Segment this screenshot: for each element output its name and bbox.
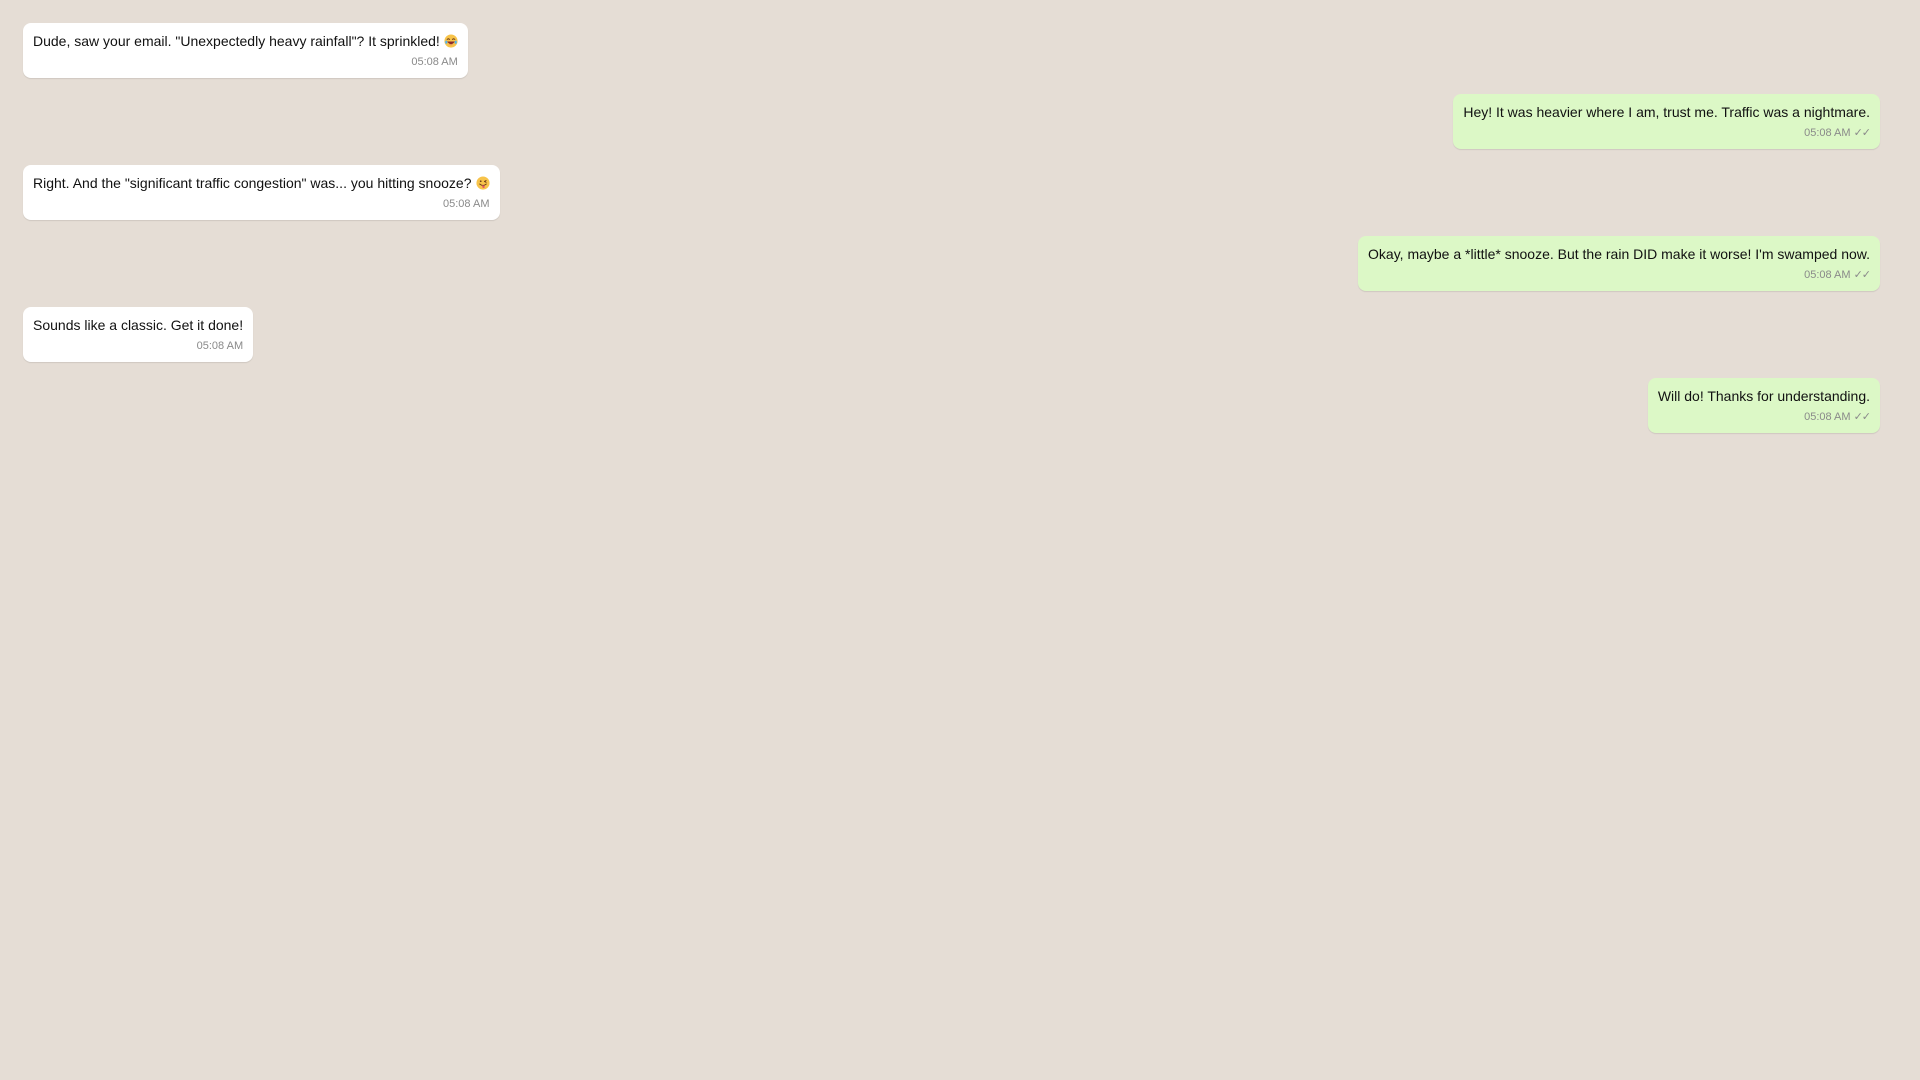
chat-thread: Dude, saw your email. "Unexpectedly heav…	[0, 0, 1920, 1080]
message-row: Hey! It was heavier where I am, trust me…	[23, 94, 1880, 149]
message-meta: 05:08 AM	[33, 198, 490, 211]
outgoing-message-bubble[interactable]: Will do! Thanks for understanding. 05:08…	[1647, 378, 1880, 433]
message-row: Sounds like a classic. Get it done! 05:0…	[23, 307, 1880, 362]
message-row: Right. And the "significant traffic cong…	[23, 165, 1880, 220]
incoming-message-bubble[interactable]: Right. And the "significant traffic cong…	[23, 165, 500, 220]
message-text-line: Dude, saw your email. "Unexpectedly heav…	[33, 33, 458, 50]
message-row: Dude, saw your email. "Unexpectedly heav…	[23, 23, 1880, 78]
winking-tongue-face-icon	[475, 176, 490, 190]
incoming-message-bubble[interactable]: Sounds like a classic. Get it done! 05:0…	[23, 307, 254, 362]
message-meta: 05:08 AM ✓✓	[1463, 127, 1871, 140]
outgoing-message-bubble[interactable]: Okay, maybe a *little* snooze. But the r…	[1358, 236, 1880, 291]
message-text: Okay, maybe a *little* snooze. But the r…	[1368, 246, 1870, 262]
message-timestamp: 05:08 AM	[1804, 127, 1851, 139]
message-meta: 05:08 AM ✓✓	[1658, 411, 1871, 424]
double-check-icon: ✓✓	[1853, 127, 1871, 139]
message-text: Sounds like a classic. Get it done!	[33, 317, 244, 333]
message-meta: 05:08 AM	[33, 340, 243, 353]
message-row: Will do! Thanks for understanding. 05:08…	[23, 378, 1880, 433]
message-text: Hey! It was heavier where I am, trust me…	[1463, 104, 1870, 120]
laughing-face-icon	[444, 34, 458, 48]
message-meta: 05:08 AM ✓✓	[1368, 269, 1871, 282]
message-meta: 05:08 AM	[33, 56, 458, 69]
message-timestamp: 05:08 AM	[1804, 269, 1851, 281]
message-timestamp: 05:08 AM	[411, 56, 458, 68]
double-check-icon: ✓✓	[1853, 411, 1871, 423]
outgoing-message-bubble[interactable]: Hey! It was heavier where I am, trust me…	[1453, 94, 1880, 149]
incoming-message-bubble[interactable]: Dude, saw your email. "Unexpectedly heav…	[23, 23, 468, 78]
message-timestamp: 05:08 AM	[1804, 411, 1851, 423]
message-text: Will do! Thanks for understanding.	[1657, 388, 1870, 404]
message-text: Dude, saw your email. "Unexpectedly heav…	[33, 33, 440, 49]
message-timestamp: 05:08 AM	[196, 340, 244, 352]
message-text: Right. And the "significant traffic cong…	[33, 175, 472, 191]
message-timestamp: 05:08 AM	[443, 198, 490, 210]
double-check-icon: ✓✓	[1853, 269, 1871, 281]
message-text-line: Right. And the "significant traffic cong…	[33, 175, 490, 192]
message-row: Okay, maybe a *little* snooze. But the r…	[23, 236, 1880, 291]
